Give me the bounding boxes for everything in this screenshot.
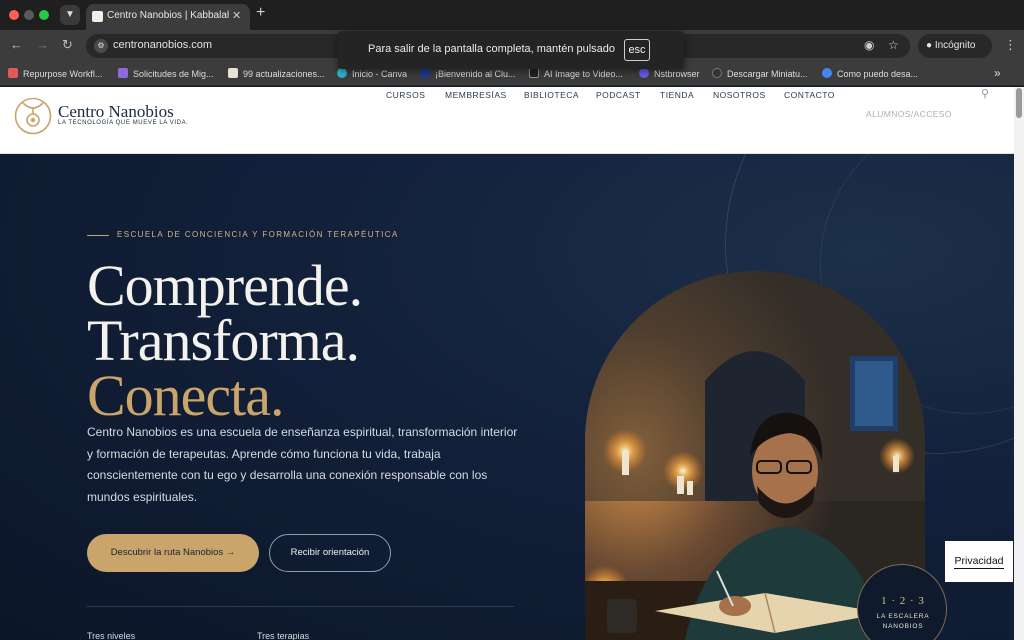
tab-search-button[interactable]: ▼ <box>60 5 80 25</box>
logo-tagline: LA TECNOLOGÍA QUE MUEVE LA VIDA. <box>58 120 189 126</box>
bookmark-favicon-icon <box>8 68 18 78</box>
bookmark-item[interactable]: Inicio - Canva <box>337 68 407 79</box>
bookmark-star-icon[interactable]: ☆ <box>888 38 899 52</box>
badge-number: 1 · 2 · 3 <box>881 595 925 607</box>
scrollbar-thumb[interactable] <box>1016 88 1022 118</box>
bookmark-favicon-icon <box>639 68 649 78</box>
bookmark-item[interactable]: Repurpose Workfl... <box>8 68 102 79</box>
eye-off-icon[interactable]: ◉ <box>864 38 874 52</box>
hero-headline-line1: Comprende. <box>87 253 363 318</box>
hero-headline-line3: Conecta. <box>87 363 285 428</box>
url-text[interactable]: centronanobios.com <box>113 39 212 51</box>
discover-route-button[interactable]: Descubrir la ruta Nanobios → <box>87 534 259 572</box>
tab-close-icon[interactable]: ✕ <box>232 9 241 22</box>
browser-tab-bar: ▼ Centro Nanobios | Kabbalah y ✕ + <box>0 0 1024 30</box>
search-icon[interactable]: ⚲ <box>981 87 989 100</box>
bookmark-item[interactable]: Nstbrowser <box>639 68 700 79</box>
menu-kebab-icon[interactable]: ⋮ <box>1004 37 1017 53</box>
logo-name[interactable]: Centro Nanobios <box>58 102 174 122</box>
reload-icon[interactable]: ↻ <box>62 37 73 53</box>
minimize-window-button[interactable] <box>24 10 34 20</box>
forward-arrow-icon[interactable]: → <box>36 37 49 52</box>
back-arrow-icon[interactable]: ← <box>10 37 23 52</box>
nav-tienda[interactable]: TIENDA <box>660 90 694 100</box>
hero-eyebrow: ESCUELA DE CONCIENCIA Y FORMACIÓN TERAPÉ… <box>117 230 399 239</box>
bookmark-favicon-icon <box>529 68 539 78</box>
page-scrollbar[interactable] <box>1014 87 1024 640</box>
bookmark-item[interactable]: Descargar Miniatu... <box>712 68 808 79</box>
bookmark-item[interactable]: 99 actualizaciones... <box>228 68 325 79</box>
close-window-button[interactable] <box>9 10 19 20</box>
site-settings-icon[interactable]: ⚙ <box>94 39 108 53</box>
more-bookmarks-icon[interactable]: » <box>994 66 1001 80</box>
bookmark-favicon-icon <box>712 68 722 78</box>
nav-contacto[interactable]: CONTACTO <box>784 90 835 100</box>
stat-tres-niveles: Tres niveles <box>87 631 136 640</box>
bookmark-favicon-icon <box>118 68 128 78</box>
bookmark-item[interactable]: AI Image to Video... <box>529 68 623 79</box>
browser-tab-active[interactable]: Centro Nanobios | Kabbalah y ✕ <box>86 4 250 30</box>
nav-podcast[interactable]: PODCAST <box>596 90 641 100</box>
hero-headline-line2: Transforma. <box>87 308 360 373</box>
fullscreen-notice: Para salir de la pantalla completa, mant… <box>338 31 684 69</box>
bookmark-favicon-icon <box>337 68 347 78</box>
bookmark-favicon-icon <box>420 68 430 78</box>
eyebrow-rule <box>87 235 109 236</box>
badge-line2: NANOBIOS <box>882 623 924 630</box>
bookmark-item[interactable]: ¡Bienvenido al Clu... <box>420 68 516 79</box>
incognito-label: Incógnito <box>934 40 976 51</box>
bookmark-item[interactable]: Solicitudes de Mig... <box>118 68 214 79</box>
incognito-icon: ● <box>926 40 933 51</box>
nanobios-logo-icon[interactable] <box>14 97 52 135</box>
badge-line1: LA ESCALERA <box>876 613 930 620</box>
escalera-badge: 1 · 2 · 3 LA ESCALERA NANOBIOS <box>857 564 947 640</box>
privacy-label: Privacidad <box>954 555 1004 569</box>
alumnos-acceso-link[interactable]: ALUMNOS/ACCESO <box>866 109 952 119</box>
site-header: Centro Nanobios LA TECNOLOGÍA QUE MUEVE … <box>0 87 1014 154</box>
privacy-button[interactable]: Privacidad <box>945 541 1013 582</box>
nav-membresias[interactable]: MEMBRESÍAS <box>445 90 507 100</box>
tab-title: Centro Nanobios | Kabbalah y <box>107 10 229 21</box>
bookmark-favicon-icon <box>822 68 832 78</box>
new-tab-button[interactable]: + <box>256 4 265 22</box>
nav-biblioteca[interactable]: BIBLIOTECA <box>524 90 579 100</box>
hero-description: Centro Nanobios es una escuela de enseña… <box>87 425 518 504</box>
fullscreen-notice-text: Para salir de la pantalla completa, mant… <box>368 43 616 55</box>
nav-nosotros[interactable]: NOSOTROS <box>713 90 766 100</box>
incognito-indicator[interactable]: ● Incógnito <box>918 34 992 58</box>
esc-key-label: esc <box>624 39 650 61</box>
hero-section: ESCUELA DE CONCIENCIA Y FORMACIÓN TERAPÉ… <box>0 154 1014 640</box>
hero-divider <box>87 606 514 607</box>
site-favicon-icon <box>92 11 103 22</box>
stat-tres-terapias: Tres terapias <box>257 631 310 640</box>
bookmark-favicon-icon <box>228 68 238 78</box>
get-guidance-button[interactable]: Recibir orientación <box>269 534 391 572</box>
nav-cursos[interactable]: CURSOS <box>386 90 425 100</box>
bookmark-item[interactable]: Como puedo desa... <box>822 68 918 79</box>
fullscreen-window-button[interactable] <box>39 10 49 20</box>
